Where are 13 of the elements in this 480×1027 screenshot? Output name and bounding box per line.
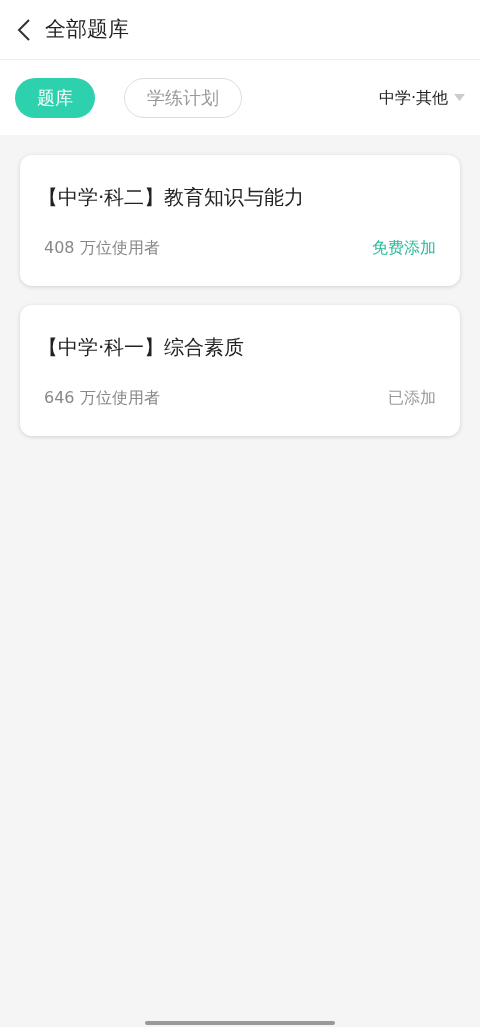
filter-tab[interactable]: 题库 (15, 77, 95, 118)
question-bank-card[interactable]: 【中学·科一】综合素质 646 万位使用者 已添加 (20, 305, 460, 436)
back-icon (17, 17, 31, 42)
page-title: 全部题库 (45, 15, 129, 43)
question-bank-card[interactable]: 【中学·科二】教育知识与能力 408 万位使用者 免费添加 (20, 155, 460, 286)
add-link[interactable]: 免费添加 (372, 236, 436, 260)
add-link[interactable]: 已添加 (388, 386, 436, 410)
bank-title: 【中学·科一】综合素质 (38, 334, 246, 361)
level-dropdown[interactable]: 中学·其他 (378, 85, 465, 110)
caret-icon (454, 94, 465, 101)
user-count: 646 万位使用者 (44, 387, 160, 409)
bank-title: 【中学·科二】教育知识与能力 (38, 184, 306, 211)
user-count: 408 万位使用者 (44, 237, 160, 259)
